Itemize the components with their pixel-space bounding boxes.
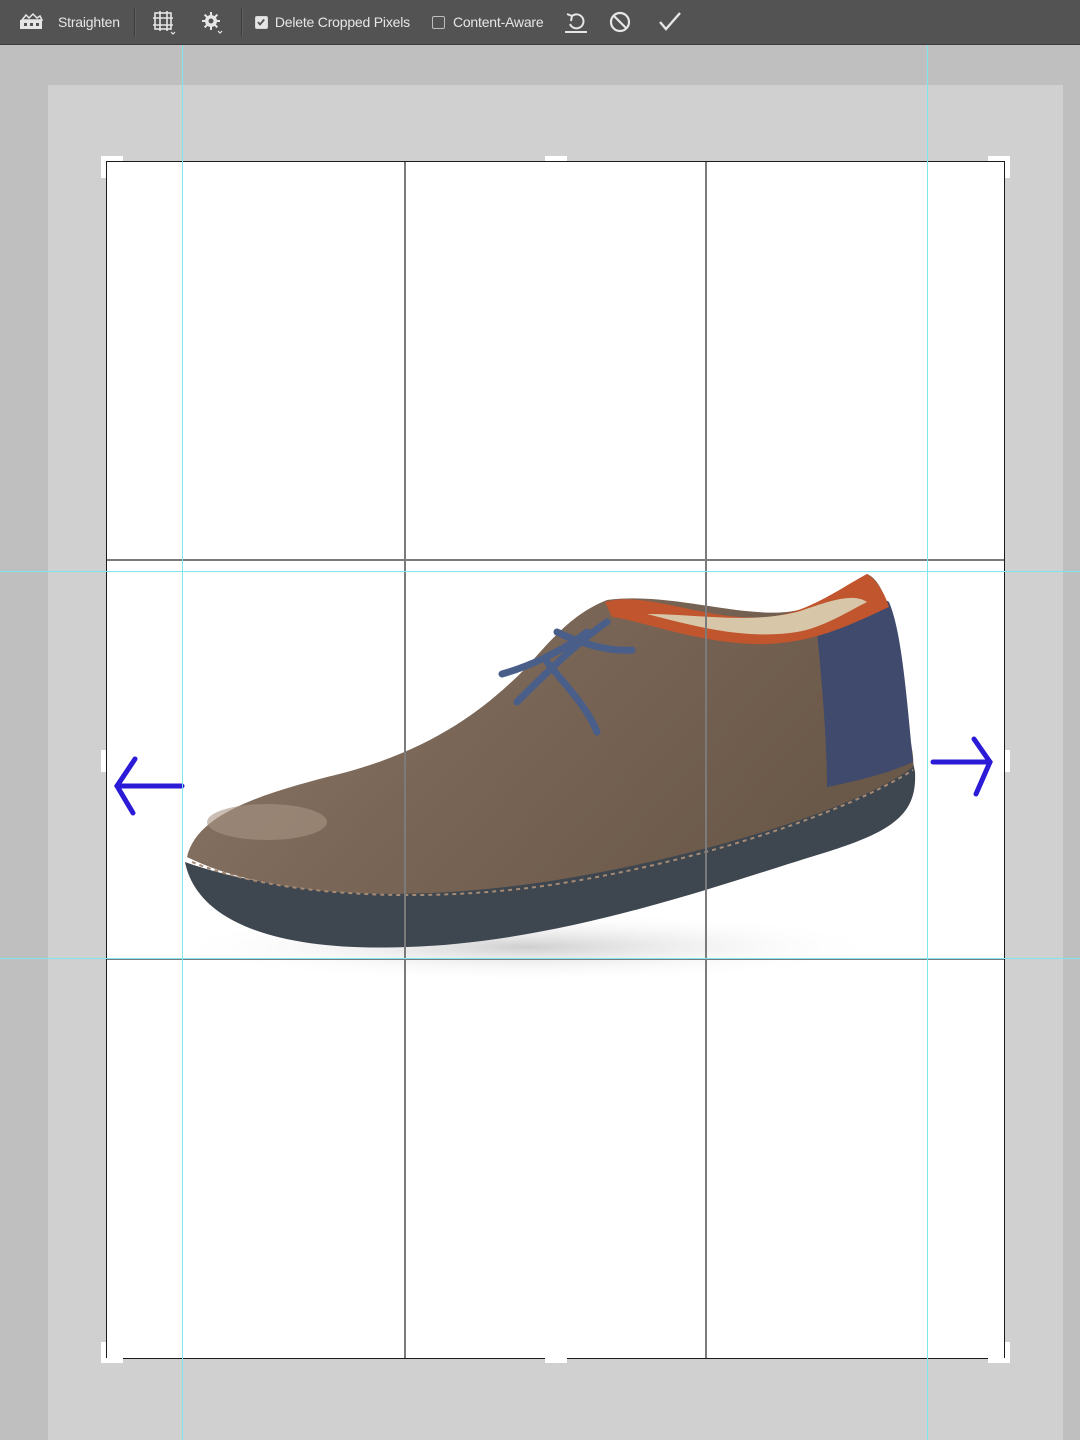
guide-horizontal[interactable]	[0, 571, 1080, 572]
options-bar: Straighten Delete Cropped Pixels Content…	[0, 0, 1080, 45]
shoe-toe-highlight	[207, 804, 327, 840]
crop-handle-top[interactable]	[545, 156, 567, 161]
content-aware-checkbox[interactable]	[431, 15, 445, 29]
crop-handle-bottom-left[interactable]	[101, 1342, 106, 1363]
straighten-label[interactable]: Straighten	[58, 14, 120, 30]
cancel-icon[interactable]	[605, 7, 635, 37]
shoe-image	[114, 574, 993, 982]
commit-check-icon[interactable]	[655, 7, 685, 37]
crop-handle-top-left[interactable]	[101, 156, 106, 178]
crop-handle-bottom[interactable]	[545, 1358, 567, 1363]
guide-vertical[interactable]	[182, 45, 183, 1440]
crop-handle-right[interactable]	[1005, 750, 1010, 772]
toolbar-separator	[240, 7, 242, 37]
toolbar-separator	[133, 7, 135, 37]
delete-cropped-checkbox[interactable]	[254, 15, 268, 29]
content-aware-label[interactable]: Content-Aware	[453, 14, 544, 30]
reset-icon[interactable]	[561, 7, 591, 37]
guide-vertical[interactable]	[927, 45, 928, 1440]
thirds-grid-line	[404, 162, 406, 1358]
settings-gear-icon[interactable]	[197, 7, 227, 37]
arrow-left-icon	[114, 756, 185, 816]
guide-horizontal[interactable]	[0, 958, 1080, 959]
delete-cropped-label[interactable]: Delete Cropped Pixels	[275, 14, 410, 30]
thirds-grid-line	[705, 162, 707, 1358]
straighten-icon[interactable]	[16, 7, 46, 37]
crop-handle-top-right[interactable]	[1005, 156, 1010, 178]
crop-handle-bottom-right[interactable]	[1005, 1342, 1010, 1363]
thirds-grid-line	[107, 559, 1004, 561]
crop-handle-left[interactable]	[101, 750, 106, 772]
grid-overlay-icon[interactable]	[149, 7, 179, 37]
arrow-right-icon	[930, 736, 993, 797]
